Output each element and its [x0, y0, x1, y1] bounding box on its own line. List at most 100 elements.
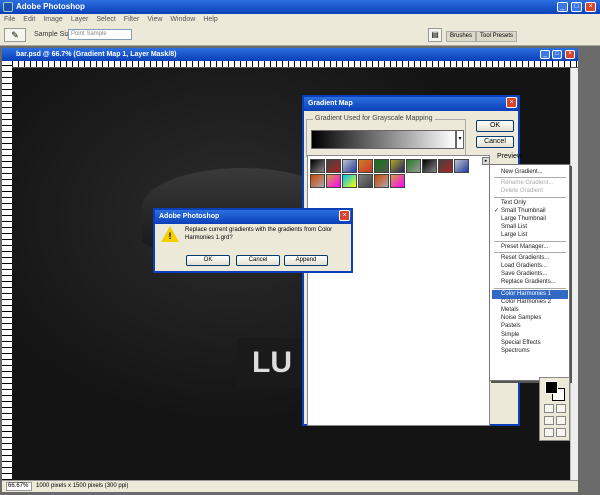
gradient-swatch[interactable] [390, 159, 405, 173]
maximize-icon[interactable]: □ [571, 2, 582, 12]
minimize-icon[interactable]: _ [557, 2, 568, 12]
menu-item-label: Load Gradients... [501, 263, 548, 269]
menu-item-label: Spectrums [501, 348, 530, 354]
doc-close-icon[interactable]: × [565, 50, 575, 59]
menu-item-label: Noise Samples [501, 315, 542, 322]
gradient-swatch[interactable] [310, 174, 325, 188]
alert-message: Replace current gradients with the gradi… [185, 227, 333, 241]
menu-image[interactable]: Image [39, 14, 66, 25]
menu-layer[interactable]: Layer [67, 14, 93, 25]
photoshop-logo-icon [3, 2, 13, 12]
alert-append-button[interactable]: Append [284, 255, 328, 266]
cancel-button[interactable]: Cancel [476, 136, 514, 148]
menu-item-label: Special Effects [501, 339, 541, 346]
gradient-swatch[interactable] [342, 174, 357, 188]
menu-item[interactable]: Spectrums [492, 347, 568, 356]
gradient-swatch[interactable] [438, 159, 453, 173]
zoom-field[interactable]: 66.67% [6, 482, 32, 491]
gradient-swatch[interactable] [454, 159, 469, 173]
tab-brushes[interactable]: Brushes [446, 31, 477, 42]
vertical-ruler [2, 61, 12, 480]
gradient-swatch[interactable] [326, 159, 341, 173]
gradient-picker-menu: New Gradient... Rename Gradient... Delete … [489, 164, 570, 381]
gradient-swatch[interactable] [374, 159, 389, 173]
vertical-scrollbar[interactable] [570, 68, 578, 480]
doc-minimize-icon[interactable]: _ [540, 50, 550, 59]
alert-ok-button[interactable]: OK [186, 255, 230, 266]
menu-item[interactable]: Large List [492, 231, 568, 240]
menu-separator [494, 251, 566, 253]
menu-item-label: Color Harmonies 2 [501, 298, 552, 305]
menu-file[interactable]: File [0, 14, 19, 25]
menu-item-label: Small Thumbnail [501, 207, 546, 214]
close-icon[interactable]: × [585, 2, 596, 12]
gradient-swatch[interactable] [422, 159, 437, 173]
gradient-swatch[interactable] [342, 159, 357, 173]
gradient-picker [307, 155, 490, 426]
menu-separator [494, 177, 566, 179]
menu-select[interactable]: Select [92, 14, 119, 25]
document-title: bar.psd @ 66.7% (Gradient Map 1, Layer M… [16, 51, 177, 58]
eyedropper-icon[interactable]: ✎ [4, 28, 26, 42]
alert-title: Adobe Photoshop [155, 210, 351, 224]
gradient-group-label: Gradient Used for Grayscale Mapping [313, 115, 435, 122]
menu-item-label: Replace Gradients... [501, 279, 556, 286]
gradient-swatch[interactable] [406, 159, 421, 173]
doc-maximize-icon[interactable]: □ [552, 50, 562, 59]
ok-button[interactable]: OK [476, 120, 514, 132]
menu-item[interactable]: Replace Gradients... [492, 278, 568, 287]
menu-item-label: Simple [501, 331, 520, 338]
menu-item-label: Small List [501, 224, 528, 231]
app-title-bar: Adobe Photoshop [0, 0, 600, 14]
app-title: Adobe Photoshop [16, 2, 85, 11]
standard-mode-icon[interactable] [556, 404, 566, 413]
sample-size-select[interactable]: Point Sample [68, 29, 132, 40]
menu-item[interactable]: Preset Manager... [492, 243, 568, 252]
menu-item: Delete Gradient [492, 187, 568, 196]
menu-item-label: New Gradient... [501, 169, 543, 175]
alert-cancel-button[interactable]: Cancel [236, 255, 280, 266]
menu-window[interactable]: Window [166, 14, 199, 25]
screen-mode-icon[interactable] [544, 416, 554, 425]
menu-item-label: Reset Gradients... [501, 254, 550, 261]
bar-sign: LU [237, 338, 307, 388]
gradient-swatch[interactable] [374, 174, 389, 188]
menu-help[interactable]: Help [199, 14, 221, 25]
gradient-preview-bar[interactable] [311, 130, 456, 149]
palette-well-icon[interactable]: ▤ [428, 28, 442, 42]
menu-separator [494, 240, 566, 242]
gradient-map-title: Gradient Map [304, 97, 518, 111]
menu-item-label: Delete Gradient [501, 188, 544, 195]
gradient-swatch[interactable] [358, 159, 373, 173]
menu-item-label: Rename Gradient... [501, 180, 554, 187]
quick-mask-icon[interactable] [544, 404, 554, 413]
foreground-color-swatch[interactable] [545, 381, 558, 394]
menu-item-label: Large List [501, 232, 528, 239]
menu-edit[interactable]: Edit [19, 14, 39, 25]
warning-mark: ! [168, 231, 172, 241]
menu-separator [494, 287, 566, 289]
imageready-icon[interactable] [556, 428, 566, 437]
tab-tool-presets[interactable]: Tool Presets [476, 31, 518, 42]
menu-view[interactable]: View [143, 14, 166, 25]
horizontal-ruler [12, 61, 578, 68]
alert-close-icon[interactable]: × [339, 210, 350, 221]
menu-item-label: Large Thumbnail [501, 216, 546, 222]
menu-item-label: Color Harmonies 1 [501, 290, 552, 297]
gradient-map-close-icon[interactable]: × [506, 97, 517, 108]
menu-item-label: Text Only [501, 199, 527, 206]
gradient-swatch[interactable] [358, 174, 373, 188]
menu-item-label: Pastels [501, 323, 521, 330]
menu-separator [494, 196, 566, 198]
full-screen-icon[interactable] [556, 416, 566, 425]
preview-checkbox[interactable]: Preview [497, 153, 522, 160]
gradient-swatch[interactable] [310, 159, 325, 173]
document-info: 1000 pixels x 1500 pixels (300 ppi) [36, 483, 129, 489]
menu-item[interactable]: New Gradient... [492, 168, 568, 177]
gradient-swatch[interactable] [326, 174, 341, 188]
gradient-swatch[interactable] [390, 174, 405, 188]
chevron-down-icon[interactable]: ▾ [456, 130, 464, 149]
jump-to-imageready-icon[interactable] [544, 428, 554, 437]
menu-filter[interactable]: Filter [120, 14, 144, 25]
document-title-bar: bar.psd @ 66.7% (Gradient Map 1, Layer M… [2, 48, 578, 61]
